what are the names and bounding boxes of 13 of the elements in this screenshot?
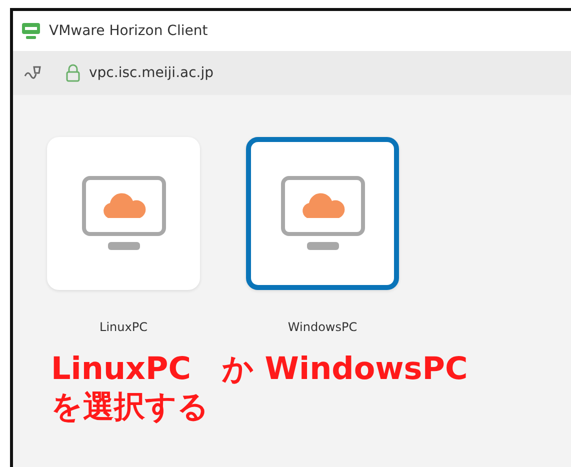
cloud-monitor-icon (280, 176, 364, 252)
lock-icon (65, 64, 81, 82)
desktop-name: WindowsPC (288, 320, 358, 334)
monitor-logo-icon (21, 22, 41, 40)
desktop-tile[interactable] (47, 137, 200, 290)
cloud-monitor-icon (82, 176, 166, 252)
desktop-name: LinuxPC (100, 320, 148, 334)
annotation-text: LinuxPC か WindowsPC (51, 350, 469, 388)
annotation-text: を選択する (51, 388, 210, 426)
desktop-tile[interactable] (246, 137, 399, 290)
server-address: vpc.isc.meiji.ac.jp (89, 65, 214, 81)
window-title: VMware Horizon Client (49, 23, 208, 39)
connection-icon[interactable] (23, 64, 43, 82)
